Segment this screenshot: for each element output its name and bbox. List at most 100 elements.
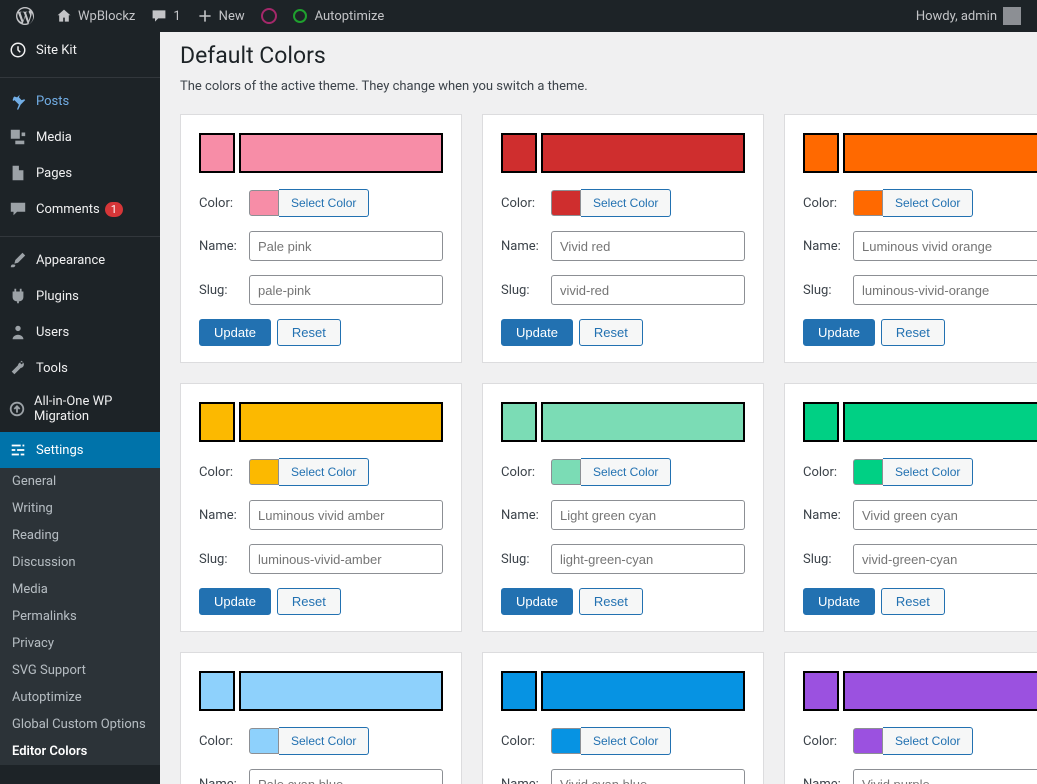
select-color-button[interactable]: Select Color xyxy=(883,727,973,755)
menu-label: Media xyxy=(36,130,72,145)
reset-button[interactable]: Reset xyxy=(881,319,945,346)
submenu-reading[interactable]: Reading xyxy=(0,522,160,549)
swatch-small xyxy=(199,671,235,711)
slug-label: Slug: xyxy=(501,552,551,567)
slug-input[interactable] xyxy=(249,275,443,305)
update-button[interactable]: Update xyxy=(199,588,271,615)
update-button[interactable]: Update xyxy=(501,588,573,615)
settings-icon xyxy=(8,440,28,460)
slug-input[interactable] xyxy=(551,544,745,574)
select-color-button[interactable]: Select Color xyxy=(581,458,671,486)
reset-button[interactable]: Reset xyxy=(277,588,341,615)
wp-logo[interactable] xyxy=(8,0,48,32)
submenu-editor-colors[interactable]: Editor Colors xyxy=(0,738,160,765)
color-label: Color: xyxy=(501,196,551,211)
menu-plugins[interactable]: Plugins xyxy=(0,278,160,314)
swatch-small xyxy=(803,402,839,442)
swatch-large xyxy=(239,671,443,711)
color-card: Color: Select Color Name: Slug: Update R… xyxy=(784,114,1037,363)
menu-users[interactable]: Users xyxy=(0,314,160,350)
menu-site-kit[interactable]: Site Kit xyxy=(0,32,160,68)
submenu-autoptimize[interactable]: Autoptimize xyxy=(0,684,160,711)
submenu-global-custom[interactable]: Global Custom Options xyxy=(0,711,160,738)
menu-settings[interactable]: Settings xyxy=(0,432,160,468)
name-input[interactable] xyxy=(551,500,745,530)
users-icon xyxy=(8,322,28,342)
color-label: Color: xyxy=(199,734,249,749)
menu-media[interactable]: Media xyxy=(0,119,160,155)
swatch-small xyxy=(803,133,839,173)
submenu-svg[interactable]: SVG Support xyxy=(0,657,160,684)
submenu-writing[interactable]: Writing xyxy=(0,495,160,522)
select-color-button[interactable]: Select Color xyxy=(883,189,973,217)
select-color-button[interactable]: Select Color xyxy=(279,458,369,486)
autoptimize-link[interactable]: Autoptimize xyxy=(285,0,393,32)
swatch-row xyxy=(803,671,1037,711)
color-chip[interactable] xyxy=(249,190,279,216)
reset-button[interactable]: Reset xyxy=(579,588,643,615)
menu-label: Users xyxy=(36,325,69,340)
reset-button[interactable]: Reset xyxy=(881,588,945,615)
name-input[interactable] xyxy=(853,500,1037,530)
color-card: Color: Select Color Name: Slug: Update R… xyxy=(784,652,1037,784)
name-label: Name: xyxy=(803,777,853,784)
color-chip[interactable] xyxy=(551,190,581,216)
menu-appearance[interactable]: Appearance xyxy=(0,242,160,278)
comments-link[interactable]: 1 xyxy=(143,0,188,32)
submenu-discussion[interactable]: Discussion xyxy=(0,549,160,576)
slug-input[interactable] xyxy=(249,544,443,574)
slug-input[interactable] xyxy=(853,544,1037,574)
swatch-row xyxy=(803,133,1037,173)
reset-button[interactable]: Reset xyxy=(579,319,643,346)
submenu-permalinks[interactable]: Permalinks xyxy=(0,603,160,630)
name-input[interactable] xyxy=(853,231,1037,261)
color-chip[interactable] xyxy=(551,728,581,754)
color-card: Color: Select Color Name: Slug: Update R… xyxy=(482,114,764,363)
select-color-button[interactable]: Select Color xyxy=(883,458,973,486)
color-card: Color: Select Color Name: Slug: Update R… xyxy=(482,652,764,784)
comment-icon xyxy=(8,199,28,219)
slug-input[interactable] xyxy=(853,275,1037,305)
swatch-row xyxy=(199,671,443,711)
reset-button[interactable]: Reset xyxy=(277,319,341,346)
select-color-button[interactable]: Select Color xyxy=(279,189,369,217)
swatch-large xyxy=(239,133,443,173)
swatch-row xyxy=(199,402,443,442)
update-button[interactable]: Update xyxy=(803,588,875,615)
menu-comments[interactable]: Comments 1 xyxy=(0,191,160,227)
site-name-link[interactable]: WpBlockz xyxy=(48,0,143,32)
name-input[interactable] xyxy=(249,500,443,530)
color-chip[interactable] xyxy=(249,728,279,754)
update-button[interactable]: Update xyxy=(803,319,875,346)
name-input[interactable] xyxy=(249,769,443,784)
name-input[interactable] xyxy=(853,769,1037,784)
new-content-link[interactable]: New xyxy=(189,0,253,32)
select-color-button[interactable]: Select Color xyxy=(581,189,671,217)
update-button[interactable]: Update xyxy=(501,319,573,346)
menu-pages[interactable]: Pages xyxy=(0,155,160,191)
name-label: Name: xyxy=(199,239,249,254)
color-chip[interactable] xyxy=(853,728,883,754)
select-color-button[interactable]: Select Color xyxy=(581,727,671,755)
yoast-icon xyxy=(261,8,277,24)
menu-migration[interactable]: All-in-One WP Migration xyxy=(0,386,160,432)
submenu-privacy[interactable]: Privacy xyxy=(0,630,160,657)
slug-input[interactable] xyxy=(551,275,745,305)
color-chip[interactable] xyxy=(853,459,883,485)
color-chip[interactable] xyxy=(249,459,279,485)
update-button[interactable]: Update xyxy=(199,319,271,346)
my-account[interactable]: Howdy, admin xyxy=(908,0,1029,32)
yoast-link[interactable] xyxy=(253,0,285,32)
color-label: Color: xyxy=(803,465,853,480)
name-input[interactable] xyxy=(249,231,443,261)
menu-posts[interactable]: Posts xyxy=(0,83,160,119)
name-input[interactable] xyxy=(551,769,745,784)
name-input[interactable] xyxy=(551,231,745,261)
menu-tools[interactable]: Tools xyxy=(0,350,160,386)
color-chip[interactable] xyxy=(853,190,883,216)
color-chip[interactable] xyxy=(551,459,581,485)
slug-label: Slug: xyxy=(803,552,853,567)
submenu-general[interactable]: General xyxy=(0,468,160,495)
submenu-media[interactable]: Media xyxy=(0,576,160,603)
select-color-button[interactable]: Select Color xyxy=(279,727,369,755)
